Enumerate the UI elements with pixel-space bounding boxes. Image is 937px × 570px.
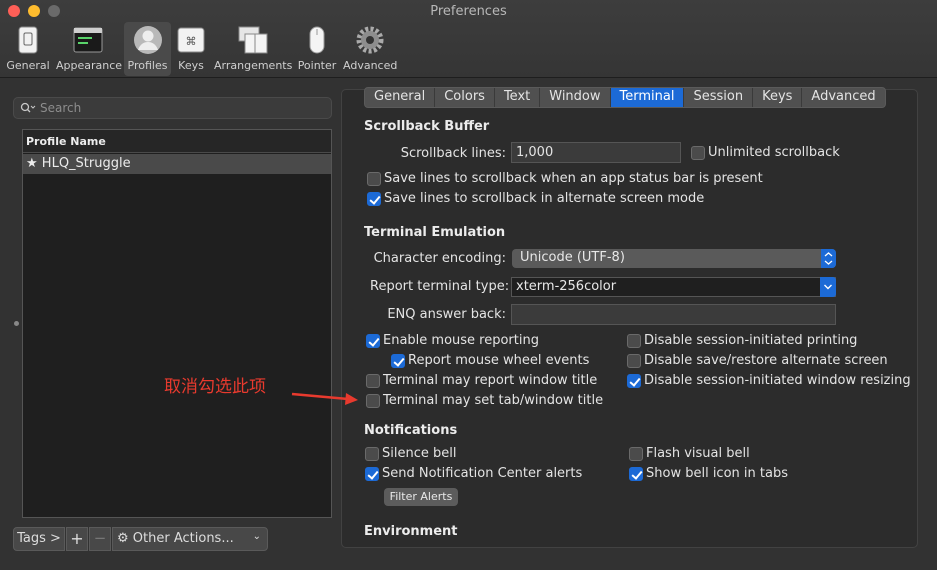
send-alerts-label: Send Notification Center alerts (382, 466, 583, 481)
encoding-label: Character encoding: (373, 251, 506, 266)
disable-save-restore-label: Disable save/restore alternate screen (644, 353, 888, 368)
alternate-screen-scrollback-checkbox[interactable] (367, 192, 381, 206)
disable-resizing-label: Disable session-initiated window resizin… (644, 373, 911, 388)
toolbar-pointer[interactable]: Pointer (296, 22, 338, 76)
mouse-reporting-checkbox[interactable] (366, 334, 380, 348)
enq-label: ENQ answer back: (387, 307, 506, 322)
search-input[interactable]: Search (13, 97, 332, 119)
command-key-icon: ⌘ (177, 27, 205, 53)
chevron-down-icon: ⌄ (252, 531, 261, 542)
mouse-wheel-checkbox[interactable] (391, 354, 405, 368)
toolbar-keys[interactable]: ⌘ Keys (174, 22, 208, 76)
toolbar-pointer-label: Pointer (297, 59, 337, 72)
disable-printing-checkbox[interactable] (627, 334, 641, 348)
tags-button[interactable]: Tags > (13, 527, 65, 551)
status-bar-scrollback-checkbox[interactable] (367, 172, 381, 186)
profile-tabs: General Colors Text Window Terminal Sess… (364, 87, 886, 108)
toolbar-appearance-label: Appearance (56, 59, 123, 72)
other-actions-label: Other Actions... (132, 531, 234, 546)
environment-heading: Environment (364, 524, 458, 539)
toolbar-appearance[interactable]: Appearance (56, 22, 123, 76)
unlimited-scrollback-label: Unlimited scrollback (708, 145, 840, 160)
star-icon: ★ (26, 156, 38, 171)
encoding-value: Unicode (UTF-8) (520, 250, 625, 265)
tab-session[interactable]: Session (684, 88, 754, 107)
report-type-value: xterm-256color (516, 279, 617, 294)
disable-resizing-checkbox[interactable] (627, 374, 641, 388)
toolbar-arrangements[interactable]: Arrangements (214, 22, 292, 76)
tab-colors[interactable]: Colors (435, 88, 495, 107)
report-type-label: Report terminal type: (370, 279, 510, 294)
disable-printing-label: Disable session-initiated printing (644, 333, 858, 348)
profile-name: HLQ_Struggle (41, 156, 131, 171)
send-alerts-checkbox[interactable] (365, 467, 379, 481)
window-icon (73, 27, 103, 53)
other-actions-button[interactable]: ⚙ Other Actions... ⌄ (112, 527, 268, 551)
silence-bell-label: Silence bell (382, 446, 457, 461)
scrollback-heading: Scrollback Buffer (364, 119, 490, 134)
search-placeholder: Search (40, 101, 82, 115)
tab-text[interactable]: Text (495, 88, 541, 107)
add-profile-button[interactable]: + (66, 527, 88, 551)
gear-icon: ⚙ (117, 531, 129, 546)
arrangements-icon (238, 26, 268, 54)
profile-list: Profile Name ★ HLQ_Struggle (22, 129, 332, 518)
toolbar-profiles-label: Profiles (127, 59, 168, 72)
profile-list-header[interactable]: Profile Name (23, 130, 331, 153)
mouse-reporting-label: Enable mouse reporting (383, 333, 539, 348)
bell-icon-checkbox[interactable] (629, 467, 643, 481)
window-title: Preferences (430, 4, 507, 19)
updown-arrows-icon (821, 249, 836, 268)
user-icon (133, 26, 162, 54)
toolbar-advanced[interactable]: Advanced (343, 22, 397, 76)
flash-bell-checkbox[interactable] (629, 447, 643, 461)
unlimited-scrollback-checkbox[interactable] (691, 146, 705, 160)
tab-advanced[interactable]: Advanced (802, 88, 884, 107)
encoding-select[interactable]: Unicode (UTF-8) (512, 249, 836, 268)
tab-general[interactable]: General (365, 88, 436, 107)
annotation-arrow-icon (291, 392, 358, 405)
mouse-icon (309, 26, 325, 54)
report-window-title-label: Terminal may report window title (383, 373, 598, 388)
alternate-screen-scrollback-label: Save lines to scrollback in alternate sc… (384, 191, 705, 206)
enq-field[interactable] (511, 304, 836, 325)
scrollback-lines-label: Scrollback lines: (400, 146, 506, 161)
toolbar-profiles[interactable]: Profiles (124, 22, 171, 76)
mouse-wheel-label: Report mouse wheel events (408, 353, 590, 368)
status-bar-scrollback-label: Save lines to scrollback when an app sta… (384, 171, 763, 186)
profile-row[interactable]: ★ HLQ_Struggle (23, 154, 331, 174)
gear-icon (356, 26, 384, 54)
split-handle[interactable] (14, 321, 19, 326)
toolbar-keys-label: Keys (178, 59, 204, 72)
toolbar-advanced-label: Advanced (343, 59, 398, 72)
disable-save-restore-checkbox[interactable] (627, 354, 641, 368)
filter-alerts-button[interactable]: Filter Alerts (384, 488, 458, 506)
set-window-title-label: Terminal may set tab/window title (383, 393, 604, 408)
tab-keys[interactable]: Keys (753, 88, 803, 107)
chevron-down-icon (820, 277, 836, 297)
annotation-text: 取消勾选此项 (164, 377, 266, 397)
bell-icon-label: Show bell icon in tabs (646, 466, 788, 481)
tab-window[interactable]: Window (540, 88, 611, 107)
flash-bell-label: Flash visual bell (646, 446, 750, 461)
toolbar-general[interactable]: General (4, 22, 52, 76)
toolbar-arrangements-label: Arrangements (214, 59, 293, 72)
emulation-heading: Terminal Emulation (364, 225, 506, 240)
scrollback-lines-field[interactable]: 1,000 (511, 142, 681, 163)
silence-bell-checkbox[interactable] (365, 447, 379, 461)
notifications-heading: Notifications (364, 423, 458, 438)
toolbar-general-label: General (6, 59, 50, 72)
tab-terminal[interactable]: Terminal (610, 88, 685, 107)
report-type-combo[interactable]: xterm-256color (511, 277, 836, 297)
remove-profile-button[interactable]: − (89, 527, 111, 551)
svg-text:⌘: ⌘ (186, 35, 197, 48)
search-icon (20, 102, 36, 113)
report-window-title-checkbox[interactable] (366, 374, 380, 388)
switch-icon (18, 26, 38, 54)
set-window-title-checkbox[interactable] (366, 394, 380, 408)
